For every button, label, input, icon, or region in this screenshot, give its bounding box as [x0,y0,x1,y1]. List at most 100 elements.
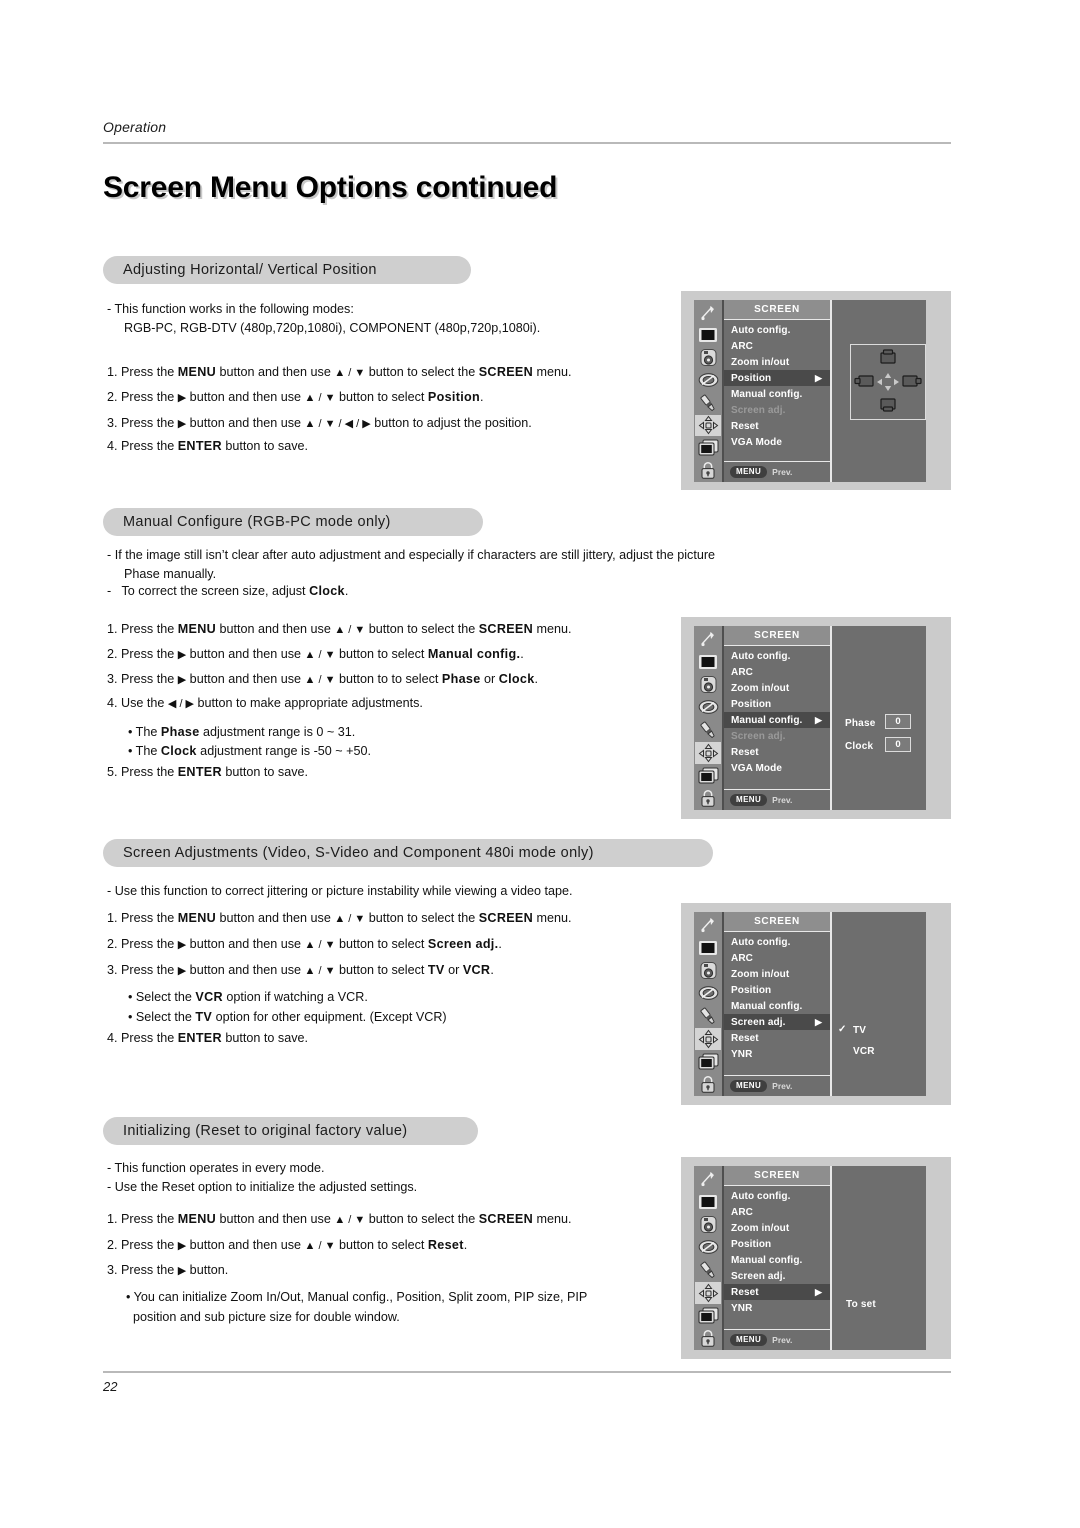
osd-item-selected[interactable]: Screen adj. ▶ [724,1014,830,1030]
screen-icon[interactable] [695,1027,721,1050]
phase-value[interactable]: 0 [885,714,911,729]
osd-item[interactable]: Reset [724,418,830,434]
osd-item-selected[interactable]: Reset ▶ [724,1284,830,1300]
note-line: - This function operates in every mode. [107,1161,325,1175]
menu-button[interactable]: MENU [730,793,768,807]
osd-pane-options: ✓ TV VCR [832,912,926,1096]
screen-icon[interactable] [695,741,721,764]
picture-icon[interactable] [695,936,721,959]
osd-item[interactable]: Reset [724,744,830,760]
section-heading-screen-adjustments: Screen Adjustments (Video, S-Video and C… [103,839,713,867]
manual-page: Operation Screen Menu Options continued … [0,0,1080,1528]
step-line: 2. Press the ▶ button and then use ▲ / ▼… [107,937,502,951]
timer-icon[interactable] [695,696,721,718]
osd-item[interactable]: VGA Mode [724,760,830,776]
osd-item[interactable]: Manual config. [724,1252,830,1268]
osd-item[interactable]: Position [724,982,830,998]
osd-menu-title: SCREEN [724,1166,830,1186]
osd-screen: SCREEN Auto config. ARC Zoom in/out Posi… [694,626,926,810]
lock-icon[interactable] [695,1073,721,1095]
screen-icon[interactable] [695,1281,721,1304]
option-tv[interactable]: TV [853,1025,866,1036]
sound-icon[interactable] [695,347,721,369]
sound-icon[interactable] [695,673,721,696]
step-line: 3. Press the ▶ button and then use ▲ / ▼… [107,963,494,977]
phase-label: Phase [845,718,876,729]
pip-icon[interactable] [695,1050,721,1073]
osd-screen: SCREEN Auto config. ARC Zoom in/out Posi… [694,300,926,482]
antenna-icon[interactable] [695,302,721,324]
sound-icon[interactable] [695,959,721,982]
pip-icon[interactable] [695,1304,721,1327]
clock-value[interactable]: 0 [885,737,911,752]
osd-figure-reset: SCREEN Auto config. ARC Zoom in/out Posi… [681,1157,951,1359]
menu-button[interactable]: MENU [730,1079,768,1093]
osd-item[interactable]: Zoom in/out [724,1220,830,1236]
osd-item[interactable]: Reset [724,1030,830,1046]
lock-icon[interactable] [695,459,721,481]
osd-item-disabled: Screen adj. [731,730,786,742]
sound-icon[interactable] [695,1213,721,1236]
antenna-icon[interactable] [695,1168,721,1190]
menu-button[interactable]: MENU [730,465,768,479]
timer-icon[interactable] [695,982,721,1004]
osd-item[interactable]: Auto config. [724,648,830,664]
osd-item[interactable]: ARC [724,664,830,680]
osd-item[interactable]: Manual config. [724,998,830,1014]
osd-item[interactable]: Screen adj. [724,1268,830,1284]
to-set-label: To set [846,1299,876,1310]
lock-icon[interactable] [695,787,721,809]
menu-button[interactable]: MENU [730,1333,768,1347]
osd-figure-position: SCREEN Auto config. ARC Zoom in/out Posi… [681,291,951,490]
picture-icon[interactable] [695,1190,721,1213]
osd-menu-column: SCREEN Auto config. ARC Zoom in/out Posi… [724,1166,832,1350]
osd-icon-rail [694,1166,724,1350]
osd-item[interactable]: ARC [724,338,830,354]
picture-icon[interactable] [695,650,721,673]
osd-item[interactable]: Auto config. [724,322,830,338]
picture-icon[interactable] [695,324,721,346]
special-icon[interactable] [695,719,721,741]
bullet-line: • Select the VCR option if watching a VC… [128,990,368,1004]
osd-item[interactable]: Position [724,1236,830,1252]
step-line: 1. Press the MENU button and then use ▲ … [107,1212,572,1226]
position-diagram [850,344,926,420]
osd-footer: MENU Prev. [724,1075,830,1096]
osd-item[interactable]: Manual config. [724,386,830,402]
osd-item[interactable]: Zoom in/out [724,354,830,370]
osd-item-selected[interactable]: Manual config. ▶ [724,712,830,728]
note-line: - If the image still isn’t clear after a… [107,548,716,562]
osd-pane-values: Phase 0 Clock 0 [832,626,926,810]
antenna-icon[interactable] [695,914,721,936]
timer-icon[interactable] [695,1236,721,1258]
lock-icon[interactable] [695,1327,721,1349]
osd-item[interactable]: ARC [724,950,830,966]
osd-item[interactable]: VGA Mode [724,434,830,450]
osd-item[interactable]: YNR [724,1046,830,1062]
osd-item[interactable]: ARC [724,1204,830,1220]
special-icon[interactable] [695,1259,721,1281]
osd-menu-column: SCREEN Auto config. ARC Zoom in/out Posi… [724,912,832,1096]
osd-item[interactable]: Auto config. [724,934,830,950]
timer-icon[interactable] [695,369,721,391]
osd-item[interactable]: Position [724,696,830,712]
osd-item-selected[interactable]: Position ▶ [724,370,830,386]
osd-item[interactable]: YNR [724,1300,830,1316]
antenna-icon[interactable] [695,628,721,650]
page-number: 22 [103,1379,118,1394]
screen-icon[interactable] [695,414,721,436]
note-line: RGB-PC, RGB-DTV (480p,720p,1080i), COMPO… [124,321,541,335]
osd-item[interactable]: Auto config. [724,1188,830,1204]
step-line: 4. Use the ◀ / ▶ button to make appropri… [107,696,423,710]
step-line: 4. Press the ENTER button to save. [107,1031,309,1045]
special-icon[interactable] [695,1005,721,1027]
step-line: 3. Press the ▶ button and then use ▲ / ▼… [107,416,532,430]
bullet-line: • The Clock adjustment range is -50 ~ +5… [128,744,372,758]
pip-icon[interactable] [695,437,721,459]
osd-item[interactable]: Zoom in/out [724,680,830,696]
option-vcr[interactable]: VCR [853,1046,875,1057]
pip-icon[interactable] [695,764,721,787]
bullet-line: • The Phase adjustment range is 0 ~ 31. [128,725,356,739]
osd-item[interactable]: Zoom in/out [724,966,830,982]
special-icon[interactable] [695,392,721,414]
